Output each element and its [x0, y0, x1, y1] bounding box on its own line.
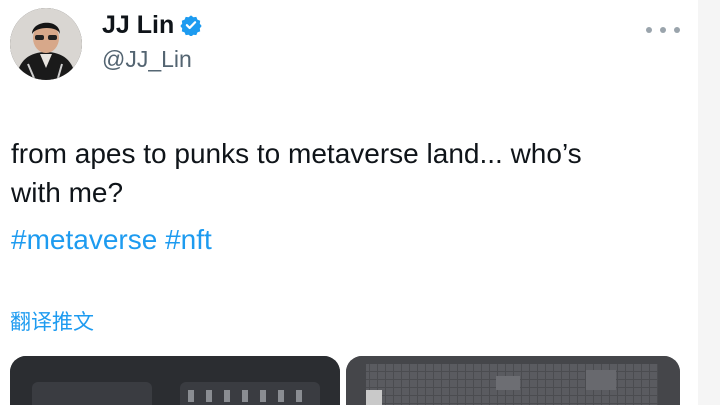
dot-icon	[660, 27, 666, 33]
nft-image-1-icon	[10, 356, 340, 405]
translate-link[interactable]: 翻译推文	[10, 306, 94, 336]
display-name[interactable]: JJ Lin	[102, 11, 174, 40]
dot-icon	[674, 27, 680, 33]
hashtag-link[interactable]: #metaverse	[11, 224, 157, 255]
more-options-button[interactable]	[646, 20, 680, 40]
verified-badge-icon	[180, 15, 202, 36]
media-image[interactable]	[10, 356, 340, 405]
tweet-view: JJ Lin @JJ_Lin from apes to punks to met…	[0, 0, 720, 405]
avatar[interactable]	[10, 8, 82, 80]
name-row: JJ Lin	[102, 10, 202, 40]
media-image[interactable]	[346, 356, 680, 405]
tweet-text-line: from apes to punks to metaverse land... …	[11, 138, 582, 169]
dot-icon	[646, 27, 652, 33]
scroll-strip	[698, 0, 720, 405]
media-grid	[10, 356, 680, 405]
tweet-text: from apes to punks to metaverse land... …	[11, 134, 681, 212]
author-block: JJ Lin @JJ_Lin	[102, 10, 202, 73]
hashtag-link[interactable]: #nft	[165, 224, 212, 255]
nft-image-2-icon	[346, 356, 680, 405]
handle[interactable]: @JJ_Lin	[102, 46, 202, 73]
hashtags: #metaverse #nft	[11, 221, 212, 259]
avatar-photo-icon	[10, 8, 82, 80]
tweet-text-line: with me?	[11, 177, 124, 208]
